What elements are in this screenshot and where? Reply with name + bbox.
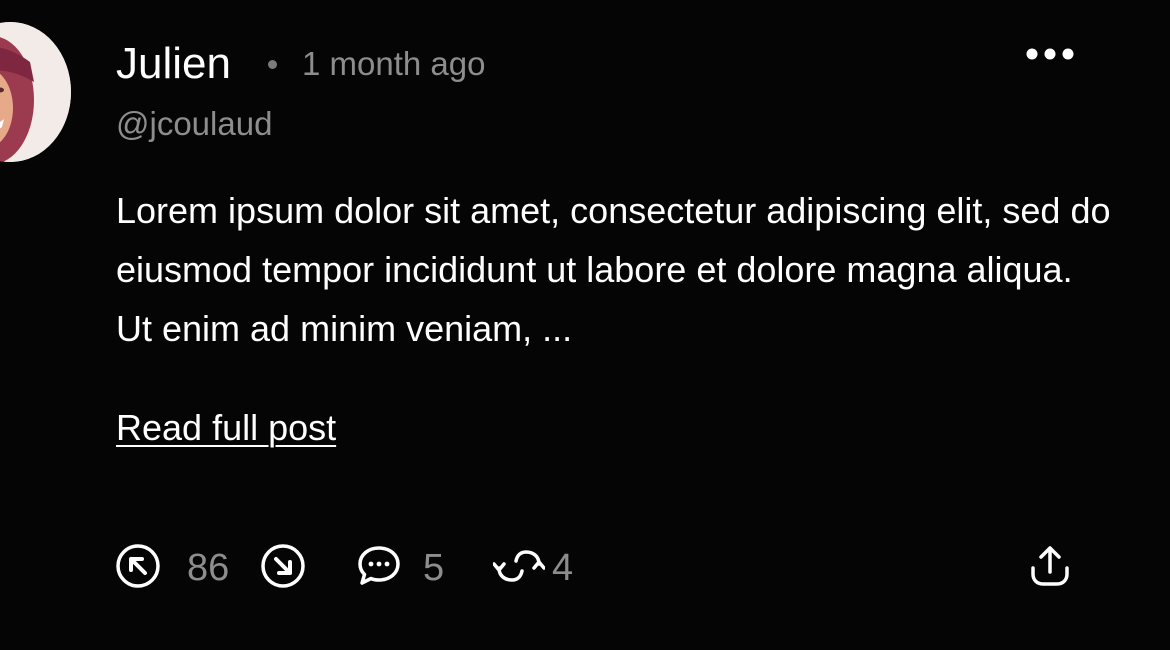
upvote-button[interactable] bbox=[114, 542, 162, 595]
author-handle[interactable]: @jcoulaud bbox=[116, 104, 272, 144]
post-card: Julien 1 month ago @jcoulaud Lorem ipsum… bbox=[0, 0, 1170, 650]
vote-count: 86 bbox=[187, 547, 230, 589]
repost-button[interactable] bbox=[492, 542, 546, 595]
separator-dot bbox=[268, 60, 277, 69]
author-name[interactable]: Julien bbox=[116, 38, 231, 90]
repost-count: 4 bbox=[552, 547, 574, 589]
post-actions-bar: 86 5 4 bbox=[0, 540, 1170, 596]
post-body: Lorem ipsum dolor sit amet, consectetur … bbox=[116, 190, 1111, 349]
post-timestamp: 1 month ago bbox=[302, 45, 486, 82]
avatar-image bbox=[0, 22, 71, 162]
arrow-down-right-circle-icon bbox=[261, 544, 305, 588]
more-options-button[interactable] bbox=[1018, 36, 1082, 72]
more-horizontal-icon bbox=[1026, 48, 1074, 60]
read-full-post-link[interactable]: Read full post bbox=[116, 405, 336, 451]
chat-bubble-icon bbox=[358, 546, 400, 585]
repost-repost-arrows-icon bbox=[492, 550, 546, 582]
share-upload-icon bbox=[1031, 546, 1069, 586]
downvote-button[interactable] bbox=[259, 542, 307, 595]
share-button[interactable] bbox=[1027, 542, 1073, 595]
avatar[interactable] bbox=[0, 22, 71, 162]
comment-button[interactable] bbox=[354, 542, 404, 595]
arrow-up-left-circle-icon bbox=[116, 544, 160, 588]
comment-count: 5 bbox=[423, 547, 445, 589]
